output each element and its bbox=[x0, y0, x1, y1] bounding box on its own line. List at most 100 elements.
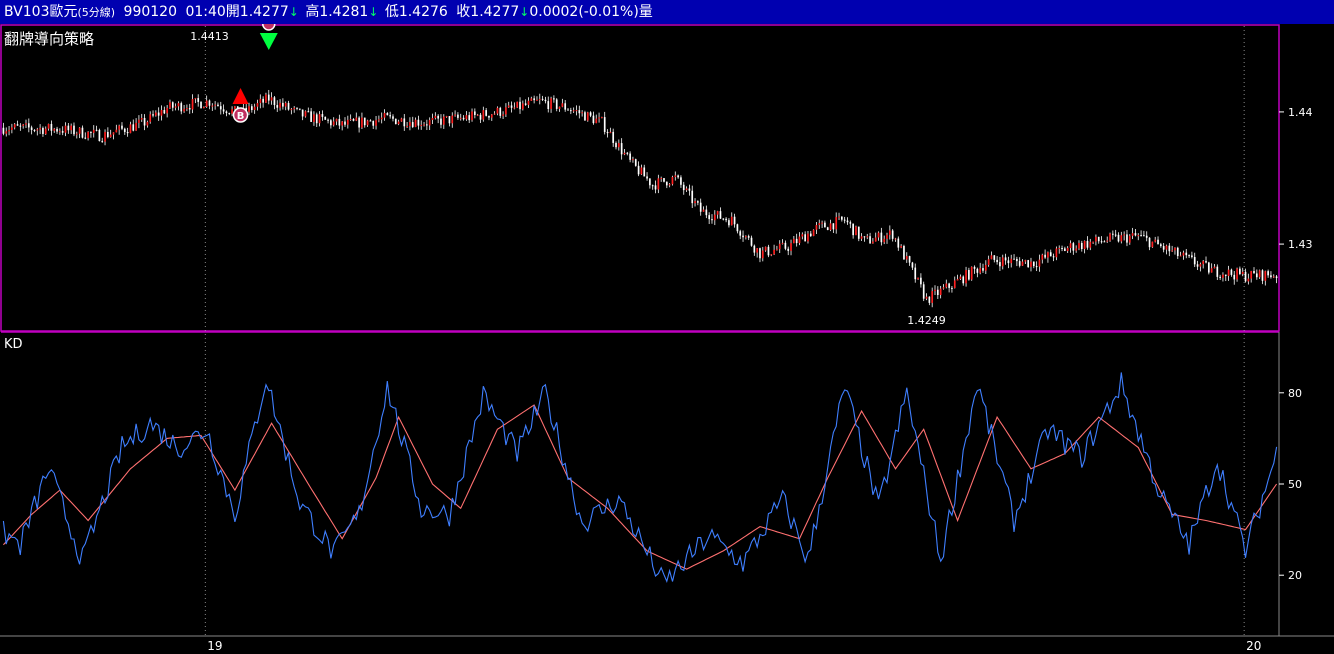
candle-down bbox=[208, 100, 211, 106]
candle-down bbox=[606, 131, 609, 134]
candle-down bbox=[225, 111, 228, 114]
candle-down bbox=[663, 178, 665, 182]
candle-down bbox=[1261, 270, 1264, 281]
candle-up bbox=[313, 114, 315, 122]
high-value: 1.4281 bbox=[319, 4, 369, 20]
candle-up bbox=[959, 276, 962, 280]
candle-up bbox=[8, 129, 10, 132]
candle-up bbox=[476, 114, 479, 116]
candle-down bbox=[307, 111, 310, 113]
chart-area[interactable]: 1.44131.4249B 19 201.431.44205080 翻牌導向策略 … bbox=[0, 24, 1334, 654]
candle-down bbox=[301, 109, 304, 117]
candle-down bbox=[649, 178, 651, 186]
candle-down bbox=[1196, 264, 1199, 267]
candle-up bbox=[818, 223, 821, 226]
candle-up bbox=[521, 103, 524, 110]
candle-up bbox=[1131, 233, 1134, 236]
candle-down bbox=[1267, 271, 1269, 276]
candle-up bbox=[293, 107, 296, 110]
candle-down bbox=[180, 103, 183, 112]
candle-down bbox=[358, 117, 360, 128]
candle-down bbox=[273, 97, 276, 106]
candle-down bbox=[344, 121, 346, 125]
candle-up bbox=[284, 102, 287, 107]
candle-down bbox=[1035, 266, 1038, 268]
candle-up bbox=[965, 270, 967, 284]
candle-down bbox=[852, 223, 854, 236]
candle-up bbox=[341, 121, 344, 126]
candle-up bbox=[11, 127, 13, 130]
candle-down bbox=[922, 284, 925, 299]
candle-down bbox=[824, 222, 826, 228]
candle-up bbox=[256, 103, 259, 107]
candle-down bbox=[643, 167, 646, 177]
candle-down bbox=[1270, 275, 1272, 278]
candle-down bbox=[982, 268, 984, 271]
candle-down bbox=[708, 215, 711, 220]
candle-down bbox=[1185, 252, 1188, 256]
candle-up bbox=[211, 105, 214, 107]
candle-down bbox=[1064, 248, 1066, 251]
candle-down bbox=[759, 248, 761, 259]
candle-up bbox=[970, 266, 973, 280]
candle-down bbox=[629, 153, 631, 160]
candle-down bbox=[217, 104, 219, 107]
candle-down bbox=[1117, 234, 1120, 242]
candle-down bbox=[1207, 262, 1210, 273]
candle-down bbox=[920, 277, 922, 285]
candle-down bbox=[547, 101, 550, 110]
candle-up bbox=[380, 117, 383, 120]
candle-down bbox=[19, 125, 22, 127]
candle-up bbox=[877, 232, 880, 238]
candle-down bbox=[795, 238, 798, 244]
candle-up bbox=[538, 98, 541, 100]
candle-down bbox=[626, 152, 629, 154]
candle-up bbox=[1066, 248, 1069, 251]
candle-down bbox=[1004, 257, 1007, 261]
candle-up bbox=[598, 117, 600, 119]
candle-up bbox=[516, 101, 519, 108]
candle-up bbox=[835, 217, 838, 230]
candle-up bbox=[702, 209, 705, 212]
candle-down bbox=[711, 219, 713, 221]
candle-down bbox=[541, 98, 544, 100]
close-label: 收 bbox=[456, 4, 471, 20]
candle-up bbox=[1272, 276, 1275, 278]
candle-up bbox=[115, 129, 118, 133]
candle-up bbox=[798, 236, 801, 244]
candle-down bbox=[73, 125, 75, 135]
candle-up bbox=[346, 119, 349, 125]
candle-down bbox=[1049, 252, 1052, 257]
candle-up bbox=[905, 256, 908, 260]
candle-down bbox=[747, 236, 750, 238]
interval: (5分線) bbox=[77, 6, 116, 19]
candle-up bbox=[860, 236, 863, 239]
candle-down bbox=[324, 116, 327, 120]
candle-down bbox=[330, 120, 332, 126]
candle-up bbox=[939, 288, 942, 296]
candle-up bbox=[253, 106, 256, 111]
candle-up bbox=[92, 129, 95, 133]
candle-up bbox=[595, 118, 598, 124]
candle-up bbox=[657, 178, 660, 190]
candle-up bbox=[22, 124, 25, 126]
candle-up bbox=[420, 124, 423, 126]
candle-up bbox=[166, 107, 168, 114]
down-arrow-icon: ↓ bbox=[519, 5, 530, 19]
candle-down bbox=[30, 127, 33, 130]
candle-down bbox=[524, 103, 527, 105]
candle-down bbox=[315, 114, 318, 124]
candle-up bbox=[931, 291, 934, 303]
candle-down bbox=[553, 98, 555, 100]
candle-down bbox=[1044, 254, 1046, 258]
candle-up bbox=[259, 98, 262, 104]
candle-up bbox=[773, 249, 775, 255]
candle-down bbox=[564, 103, 567, 110]
candle-up bbox=[75, 133, 78, 135]
candle-down bbox=[993, 255, 996, 260]
price-panel-title: 翻牌導向策略 bbox=[4, 30, 94, 48]
candle-down bbox=[951, 287, 953, 289]
candle-up bbox=[793, 238, 795, 244]
change-value: 0.0002 bbox=[529, 4, 579, 20]
candle-down bbox=[569, 110, 572, 112]
